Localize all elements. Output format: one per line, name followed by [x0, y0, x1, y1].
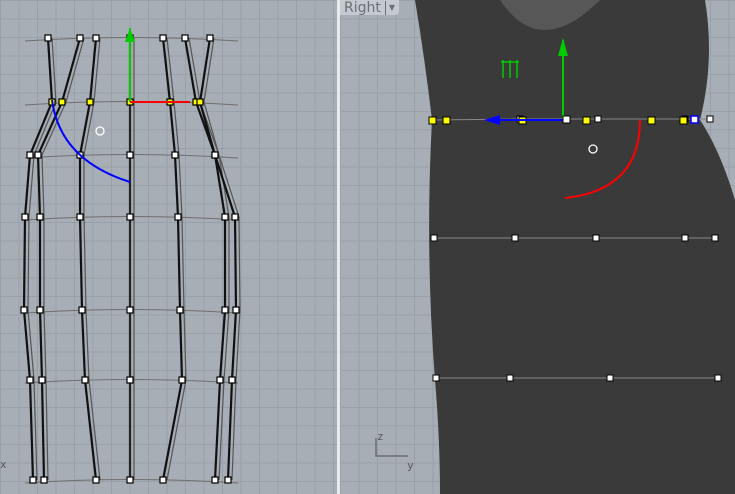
control-point[interactable] — [430, 234, 438, 242]
control-point[interactable] — [706, 115, 714, 123]
control-point[interactable] — [159, 476, 167, 484]
selected-control-point[interactable] — [58, 98, 66, 106]
control-point[interactable] — [594, 115, 602, 123]
control-point[interactable] — [126, 476, 134, 484]
control-point[interactable] — [78, 306, 86, 314]
control-point[interactable] — [126, 306, 134, 314]
control-point[interactable] — [126, 213, 134, 221]
control-point[interactable] — [176, 306, 184, 314]
control-point[interactable] — [221, 213, 229, 221]
gizmo-plane-handle-icon[interactable] — [501, 60, 519, 78]
selected-control-point[interactable] — [582, 116, 591, 125]
control-point[interactable] — [181, 34, 189, 42]
control-point[interactable] — [44, 34, 52, 42]
control-point[interactable] — [592, 234, 600, 242]
control-point[interactable] — [178, 376, 186, 384]
axis-x-label: x — [0, 458, 7, 471]
selected-control-point[interactable] — [196, 98, 204, 106]
control-point[interactable] — [159, 34, 167, 42]
viewport-title: Right — [344, 0, 381, 16]
control-point[interactable] — [21, 213, 29, 221]
selected-control-point[interactable] — [647, 116, 656, 125]
control-point[interactable] — [92, 34, 100, 42]
control-point[interactable] — [432, 374, 440, 382]
control-point[interactable] — [174, 213, 182, 221]
gizmo-center-point[interactable] — [562, 115, 571, 124]
control-point[interactable] — [29, 476, 37, 484]
control-point[interactable] — [711, 234, 719, 242]
control-point[interactable] — [26, 376, 34, 384]
control-point[interactable] — [76, 213, 84, 221]
control-point[interactable] — [681, 234, 689, 242]
control-point[interactable] — [206, 34, 214, 42]
control-point[interactable] — [92, 476, 100, 484]
control-point[interactable] — [34, 151, 42, 159]
selected-control-point[interactable] — [86, 98, 94, 106]
control-point[interactable] — [40, 476, 48, 484]
control-point[interactable] — [714, 374, 722, 382]
axis-z-label: z — [377, 430, 384, 443]
control-point[interactable] — [20, 306, 28, 314]
control-point[interactable] — [231, 213, 239, 221]
control-point[interactable] — [38, 376, 46, 384]
viewport-right[interactable]: Right ▼ z y — [340, 0, 735, 494]
control-point[interactable] — [36, 306, 44, 314]
control-point[interactable] — [26, 151, 34, 159]
viewport-title-tab[interactable]: Right ▼ — [340, 0, 400, 16]
control-point[interactable] — [126, 151, 134, 159]
control-point[interactable] — [228, 376, 236, 384]
control-point[interactable] — [216, 376, 224, 384]
control-point[interactable] — [171, 151, 179, 159]
body-surface — [415, 0, 735, 494]
control-point[interactable] — [232, 306, 240, 314]
selected-control-point[interactable] — [442, 116, 451, 125]
control-point[interactable] — [211, 151, 219, 159]
control-point[interactable] — [81, 376, 89, 384]
control-point[interactable] — [221, 306, 229, 314]
right-view-canvas[interactable] — [340, 0, 735, 494]
control-point[interactable] — [606, 374, 614, 382]
control-point[interactable] — [211, 476, 219, 484]
control-point[interactable] — [511, 234, 519, 242]
control-point[interactable] — [126, 376, 134, 384]
control-point[interactable] — [506, 374, 514, 382]
gizmo-rotate-arc[interactable] — [51, 99, 131, 183]
gizmo-scale-handle[interactable] — [95, 126, 105, 136]
control-point[interactable] — [690, 115, 699, 124]
selected-control-point[interactable] — [679, 116, 688, 125]
control-point[interactable] — [224, 476, 232, 484]
selected-control-point[interactable] — [428, 116, 437, 125]
axis-y-label: y — [407, 459, 414, 472]
control-point[interactable] — [76, 34, 84, 42]
viewport-front[interactable]: x — [0, 0, 337, 494]
front-view-canvas[interactable] — [0, 0, 337, 494]
dropdown-arrow-icon[interactable]: ▼ — [384, 0, 395, 15]
control-point[interactable] — [36, 213, 44, 221]
